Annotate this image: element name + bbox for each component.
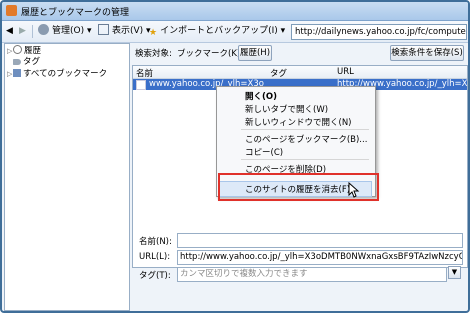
column-url[interactable]: URL [337,67,354,77]
menu-item-open[interactable]: 開く(O) [245,90,277,102]
view-icon [98,24,109,35]
forward-button[interactable]: ▶ [19,24,26,38]
url-input[interactable]: http://www.yahoo.co.jp/_ylh=X3oDMTB0NWxn… [177,250,463,265]
clock-icon [13,45,22,54]
history-scope-button[interactable]: 履歴(H) [238,45,272,61]
sidebar-tree: ▷ 履歴 タグ ▷ すべてのブックマーク [4,43,130,311]
search-scope-bookmarks[interactable]: ブックマーク(K) [177,47,240,59]
toolbar-separator [32,25,33,38]
menu-item-open-new-window[interactable]: 新しいウィンドウで開く(N) [245,116,352,128]
mouse-cursor-icon [348,182,360,198]
menu-item-bookmark-page[interactable]: このページをブックマーク(B)... [245,133,367,145]
column-name[interactable]: 名前 [136,67,153,79]
star-icon: ★ [149,28,158,38]
menu-item-open-new-tab[interactable]: 新しいタブで開く(W) [245,103,328,115]
manage-menu-label: 管理(O) [52,26,85,36]
menu-item-copy[interactable]: コピー(C) [245,146,283,158]
list-header: 名前 タグ URL [133,66,467,79]
sidebar-item-all-bookmarks[interactable]: ▷ すべてのブックマーク [7,69,107,80]
gear-icon [38,24,49,35]
name-label: 名前(N): [139,237,172,247]
import-backup-label: インポートとバックアップ(I) [160,26,278,36]
sidebar-item-label: すべてのブックマーク [23,69,108,79]
title-bar: 履歴とブックマークの管理 [2,2,468,21]
window-title: 履歴とブックマークの管理 [21,8,130,18]
app-icon [6,5,17,16]
menu-separator [241,129,369,130]
library-window: 履歴とブックマークの管理 ◀ ▶ 管理(O) ▾ 表示(V) ▾ ★ インポートと… [0,0,470,313]
view-menu-label: 表示(V) [112,26,144,36]
menu-separator [241,159,369,160]
toolbar: ◀ ▶ 管理(O) ▾ 表示(V) ▾ ★ インポートとバックアップ(I) ▾ h… [2,21,468,43]
import-backup-menu[interactable]: ★ インポートとバックアップ(I) ▾ [149,24,285,38]
manage-menu[interactable]: 管理(O) ▾ [38,24,92,38]
name-field[interactable] [177,233,463,248]
column-tag[interactable]: タグ [270,67,287,79]
tag-icon [13,59,21,65]
sidebar-item-label: 履歴 [24,46,42,56]
back-button[interactable]: ◀ [6,24,13,38]
tag-input[interactable]: カンマ区切りで複数入力できます [177,267,447,282]
url-field[interactable]: http://dailynews.yahoo.co.jp/fc/computer… [291,24,467,40]
sidebar-item-tags[interactable]: タグ [7,57,40,68]
page-icon [136,80,146,90]
details-pane: 名前(N): URL(L): http://www.yahoo.co.jp/_y… [132,231,468,311]
bookmarks-folder-icon [13,69,21,77]
url-label: URL(L): [139,252,171,262]
sidebar-item-label: タグ [23,57,41,67]
search-scope-label: 検索対象: [135,49,172,59]
tag-dropdown-button[interactable]: ▼ [448,266,461,279]
sidebar-item-history[interactable]: ▷ 履歴 [7,45,41,56]
view-menu[interactable]: 表示(V) ▾ [98,24,151,38]
save-search-button[interactable]: 検索条件を保存(S) [390,45,464,61]
tag-label: タグ(T): [139,271,171,281]
